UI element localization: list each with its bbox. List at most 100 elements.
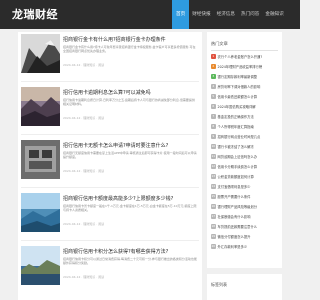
sidebar-title: 热门文章 — [211, 41, 228, 46]
sidebar-item[interactable]: 13 公积金贷款额度如何计算 — [211, 174, 281, 183]
article-title[interactable]: 招行信用卡逾期利息怎么算?可以减免吗 — [63, 89, 199, 96]
sidebar-item-label[interactable]: 农行个人养老金账户怎么开通? — [218, 55, 263, 59]
sidebar-item-label[interactable]: 银行定期存款利率最新调整 — [218, 75, 258, 79]
sidebar-item-label[interactable]: 信用卡分期手续费怎么计算 — [218, 165, 258, 169]
rank-badge: 18 — [211, 224, 216, 229]
sidebar-item[interactable]: 15 股票开户需要什么条件 — [211, 194, 281, 203]
rank-badge: 13 — [211, 174, 216, 179]
sidebar-item[interactable]: 9 招商银行网点营业时间是几点 — [211, 134, 281, 143]
article-meta: 2024-04-12 · 理财知识 · 阅读 — [63, 275, 105, 279]
rank-badge: 12 — [211, 164, 216, 169]
sidebar-item[interactable]: 17 社保断缴会有什么影响 — [211, 214, 281, 223]
divider — [21, 187, 199, 188]
sidebar-item[interactable]: 3 银行定期存款利率最新调整 — [211, 74, 281, 83]
sidebar-tags: 标签列表 — [207, 274, 282, 300]
sidebar-item[interactable]: 7 基金定投的正确操作方法 — [211, 114, 281, 123]
sidebar-item[interactable]: 1 农行个人养老金账户怎么开通? — [211, 54, 281, 63]
article-excerpt: 招商银行信用卡积分可以通过日常消费获得,每消费二十元可积一分,参与银行推出的各类… — [63, 257, 197, 266]
article-item[interactable]: 招行信用卡逾期利息怎么算?可以减免吗 招行信用卡逾期利息按日计算,日利率万分之五… — [18, 85, 202, 133]
main-nav: 首页 财经快报 经济信息 热门问答 金融知识 — [172, 0, 287, 29]
sidebar-item[interactable]: 8 个人所得税年度汇算指南 — [211, 124, 281, 133]
article-excerpt: 招行信用卡逾期利息按日计算,日利率万分之五,逾期后持卡人可与银行协商减免部分利息… — [63, 98, 195, 107]
article-meta: 2024-04-12 · 理财知识 · 阅读 — [63, 63, 105, 67]
sidebar-item[interactable]: 19 微信分付额度怎么提升 — [211, 234, 281, 243]
article-excerpt: 招商银行金卡有什么用?持卡人可免年费享受招商银行金卡特权服务,金卡客户可享更多增… — [63, 45, 196, 54]
nav-item-knowledge[interactable]: 金融知识 — [262, 0, 286, 29]
rank-badge: 3 — [211, 74, 216, 79]
sidebar-item[interactable]: 11 网贷逾期会上征信吗怎么办 — [211, 154, 281, 163]
rank-badge: 16 — [211, 204, 216, 209]
sidebar-item[interactable]: 12 信用卡分期手续费怎么计算 — [211, 164, 281, 173]
nav-item-qa[interactable]: 热门问答 — [238, 0, 262, 29]
sidebar-item-label[interactable]: 银行理财产品风险等级划分 — [218, 205, 258, 209]
article-thumbnail[interactable] — [21, 193, 60, 232]
sidebar-item-label[interactable]: 社保断缴会有什么影响 — [218, 215, 251, 219]
rank-badge: 6 — [211, 104, 216, 109]
article-title[interactable]: 招商银行信用卡额度最高能多少?上限额度多少钱? — [63, 195, 199, 202]
article-title[interactable]: 招商银行信用卡积分怎么获得?有哪些获得方法? — [63, 248, 199, 255]
sidebar-item-label[interactable]: 个人所得税年度汇算指南 — [218, 125, 254, 129]
sidebar-divider — [211, 50, 278, 51]
article-item[interactable]: 招行信用卡无额卡怎么申请?申请时要注意什么? 招商银行无额度信用卡需要在掌上生活… — [18, 138, 202, 186]
article-thumbnail[interactable] — [21, 87, 60, 126]
sidebar-item[interactable]: 4 房贷利率下调对借款人的影响 — [211, 84, 281, 93]
sidebar-item-label[interactable]: 支付宝借呗利息是多少 — [218, 185, 251, 189]
divider — [21, 240, 199, 241]
site-logo[interactable]: 龙瑞财经 — [12, 6, 58, 22]
article-excerpt: 招商银行无额度信用卡需要在掌上生活APP中申请,审核通过后即可获得卡片,使用一段… — [63, 151, 197, 160]
rank-badge: 19 — [211, 234, 216, 239]
sidebar-item[interactable]: 16 银行理财产品风险等级划分 — [211, 204, 281, 213]
sidebar-hot-articles: 热门文章 1 农行个人养老金账户怎么开通? 2 2024年理财产品收益率排行榜 3银… — [207, 32, 282, 268]
sidebar-item[interactable]: 20 外汇存款利率是多少 — [211, 244, 281, 253]
nav-item-economy[interactable]: 经济信息 — [214, 0, 238, 29]
sidebar-item-label[interactable]: 微信分付额度怎么提升 — [218, 235, 251, 239]
sidebar-item[interactable]: 6 2024年国债购买攻略详解 — [211, 104, 281, 113]
site-header: 龙瑞财经 首页 财经快报 经济信息 热门问答 金融知识 — [0, 0, 300, 29]
sidebar-item[interactable]: 10 银行卡被冻结了怎么解冻 — [211, 144, 281, 153]
nav-item-news[interactable]: 财经快报 — [189, 0, 213, 29]
sidebar-item[interactable]: 14 支付宝借呗利息是多少 — [211, 184, 281, 193]
sidebar-item-label[interactable]: 房贷利率下调对借款人的影响 — [218, 85, 261, 89]
divider — [21, 81, 199, 82]
article-title[interactable]: 招商银行金卡有什么用?招商银行金卡办理条件 — [63, 36, 199, 43]
article-thumbnail[interactable] — [21, 34, 60, 73]
article-thumbnail[interactable] — [21, 140, 60, 179]
sidebar-item-label[interactable]: 车贷提前还款需要注意什么 — [218, 225, 258, 229]
sidebar-item[interactable]: 18 车贷提前还款需要注意什么 — [211, 224, 281, 233]
sidebar-item-label[interactable]: 网贷逾期会上征信吗怎么办 — [218, 155, 258, 159]
article-list: 招商银行金卡有什么用?招商银行金卡办理条件 招商银行金卡有什么用?持卡人可免年费… — [18, 32, 202, 300]
sidebar-item[interactable]: 5 信用卡最低还款额怎么计算 — [211, 94, 281, 103]
sidebar-item-label[interactable]: 公积金贷款额度如何计算 — [218, 175, 254, 179]
sidebar-item-label[interactable]: 银行卡被冻结了怎么解冻 — [218, 145, 254, 149]
sidebar-item-label[interactable]: 招商银行网点营业时间是几点 — [218, 135, 261, 139]
rank-badge: 7 — [211, 114, 216, 119]
sidebar-item-label[interactable]: 外汇存款利率是多少 — [218, 245, 248, 249]
article-item[interactable]: 招商银行金卡有什么用?招商银行金卡办理条件 招商银行金卡有什么用?持卡人可免年费… — [18, 32, 202, 80]
article-title[interactable]: 招行信用卡无额卡怎么申请?申请时要注意什么? — [63, 142, 199, 149]
rank-badge: 9 — [211, 134, 216, 139]
sidebar-item-label[interactable]: 2024年理财产品收益率排行榜 — [218, 65, 263, 69]
sidebar-item-label[interactable]: 2024年国债购买攻略详解 — [218, 105, 256, 109]
article-item[interactable]: 招商银行信用卡积分怎么获得?有哪些获得方法? 招商银行信用卡积分可以通过日常消费… — [18, 244, 202, 292]
rank-badge: 14 — [211, 184, 216, 189]
divider — [21, 134, 199, 135]
rank-badge: 15 — [211, 194, 216, 199]
article-meta: 2024-04-12 · 理财知识 · 阅读 — [63, 222, 105, 226]
sidebar-item-label[interactable]: 股票开户需要什么条件 — [218, 195, 251, 199]
sidebar-tags-title: 标签列表 — [211, 282, 227, 287]
article-item[interactable]: 招商银行信用卡额度最高能多少?上限额度多少钱? 招商银行信用卡普卡额度一般在1千… — [18, 191, 202, 239]
sidebar-item[interactable]: 2 2024年理财产品收益率排行榜 — [211, 64, 281, 73]
rank-badge: 1 — [211, 54, 216, 59]
nav-item-home[interactable]: 首页 — [172, 0, 190, 29]
article-meta: 2024-04-12 · 理财知识 · 阅读 — [63, 169, 105, 173]
article-excerpt: 招商银行信用卡普卡额度一般在1千-1万元,金卡额度在1万-5万元,白金卡额度在5… — [63, 204, 197, 213]
rank-badge: 17 — [211, 214, 216, 219]
article-thumbnail[interactable] — [21, 246, 60, 285]
sidebar-item-label[interactable]: 信用卡最低还款额怎么计算 — [218, 95, 258, 99]
rank-badge: 20 — [211, 244, 216, 249]
rank-badge: 11 — [211, 154, 216, 159]
rank-badge: 8 — [211, 124, 216, 129]
rank-badge: 5 — [211, 94, 216, 99]
sidebar-item-label[interactable]: 基金定投的正确操作方法 — [218, 115, 254, 119]
rank-badge: 2 — [211, 64, 216, 69]
